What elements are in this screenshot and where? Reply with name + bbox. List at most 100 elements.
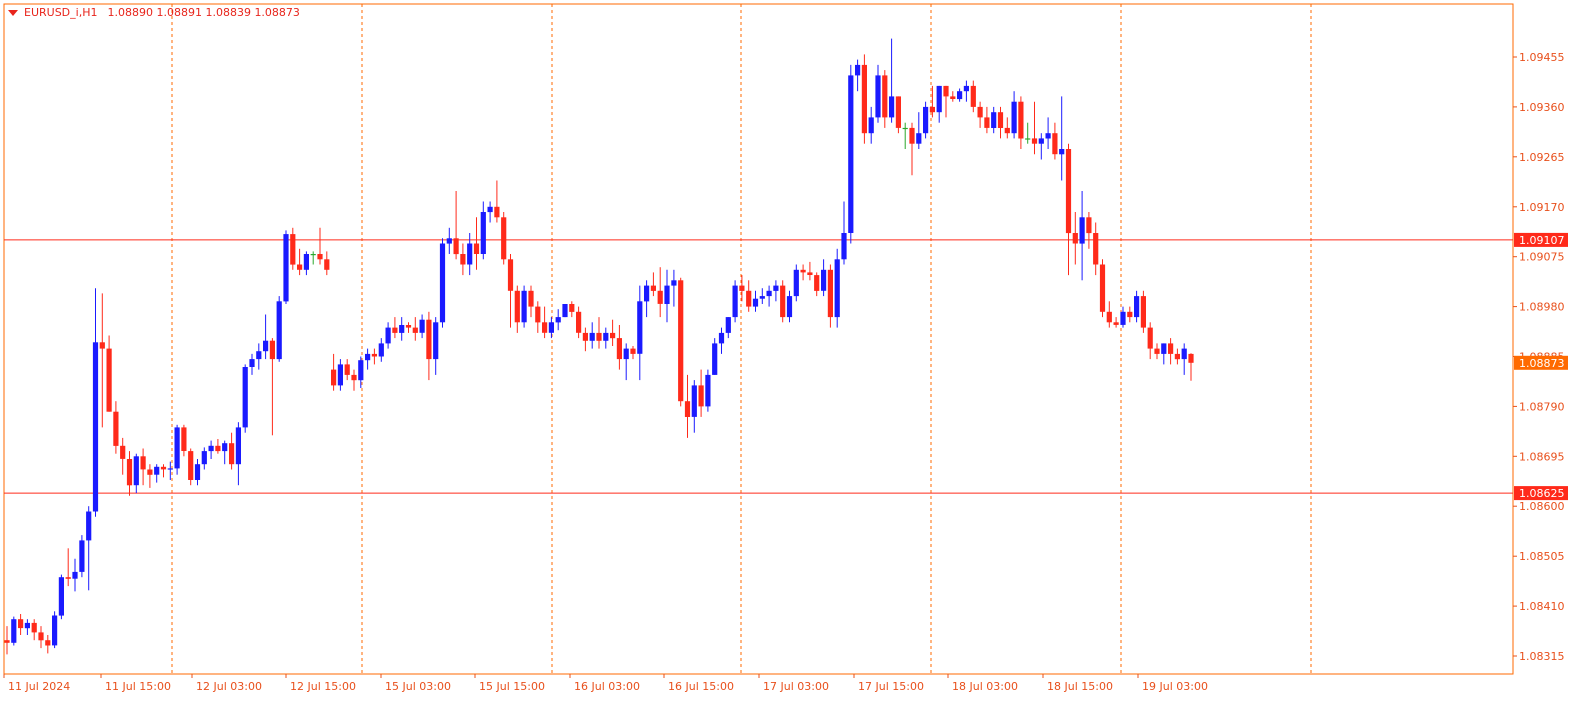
candle[interactable] xyxy=(678,277,684,407)
candle[interactable] xyxy=(52,611,58,649)
candle-body xyxy=(800,269,806,273)
candle-body xyxy=(514,290,520,323)
candle-body xyxy=(1052,133,1058,155)
candle-body xyxy=(834,259,840,318)
candle-body xyxy=(807,272,813,275)
candle-body xyxy=(848,75,854,234)
candle[interactable] xyxy=(439,238,446,328)
candle-body xyxy=(65,577,71,579)
candle-body xyxy=(92,342,99,512)
candle-body xyxy=(412,327,418,333)
y-tick-label: 1.09360 xyxy=(1519,101,1565,114)
y-tick-label: 1.09265 xyxy=(1519,151,1565,164)
candle-body xyxy=(283,234,289,302)
candle[interactable] xyxy=(1099,259,1106,318)
candle-body xyxy=(705,374,711,407)
candle-body xyxy=(113,411,119,446)
price-chart[interactable]: 1.09455 1.09360 1.09265 1.09170 1.09075 1.089… xyxy=(0,0,1586,708)
candle-body xyxy=(562,304,568,318)
candle-body xyxy=(473,243,480,254)
candle-body xyxy=(392,327,398,333)
candle[interactable] xyxy=(834,248,840,328)
candle[interactable] xyxy=(895,96,901,134)
candle-body xyxy=(610,332,616,339)
candle-body xyxy=(528,290,534,307)
candle-body xyxy=(793,269,799,297)
candle[interactable] xyxy=(793,264,799,302)
candle-body xyxy=(18,619,24,629)
candle[interactable] xyxy=(58,574,64,620)
candle-body xyxy=(344,364,350,375)
candle[interactable] xyxy=(780,280,786,323)
candle[interactable] xyxy=(283,230,289,304)
candle[interactable] xyxy=(712,338,718,375)
candle-body xyxy=(507,259,514,291)
candle-body xyxy=(943,85,949,97)
candle[interactable] xyxy=(848,64,854,244)
chart-plot-frame xyxy=(3,3,1514,675)
candle-body xyxy=(1161,343,1167,354)
candle-body xyxy=(569,304,575,312)
candle[interactable] xyxy=(174,424,180,475)
candle-body xyxy=(875,75,881,118)
ohlc-values: 1.08890 1.08891 1.08839 1.08873 xyxy=(107,6,300,19)
candle-body xyxy=(637,301,643,354)
candle-body xyxy=(419,319,425,333)
candle-body xyxy=(1120,311,1126,325)
candle-body xyxy=(657,290,663,304)
candle-body xyxy=(72,571,78,579)
candle-body xyxy=(215,445,221,452)
x-tick-label: 18 Jul 15:00 xyxy=(1047,680,1113,693)
candle-body xyxy=(814,275,820,291)
candle[interactable] xyxy=(1140,290,1146,333)
candle-body xyxy=(399,325,405,333)
candle-body xyxy=(174,427,180,469)
candle[interactable] xyxy=(562,304,568,318)
candle-body xyxy=(1093,233,1099,265)
candle[interactable] xyxy=(11,616,17,646)
candle-body xyxy=(909,127,915,144)
y-tick-label: 1.08315 xyxy=(1519,650,1565,663)
x-tick-label: 17 Jul 15:00 xyxy=(858,680,924,693)
candle-body xyxy=(324,259,330,270)
candle[interactable] xyxy=(188,448,194,486)
candle-body xyxy=(746,290,752,307)
candle-body xyxy=(433,322,439,360)
candle-body xyxy=(371,353,377,357)
candle[interactable] xyxy=(276,296,282,362)
x-tick-label: 15 Jul 15:00 xyxy=(479,680,545,693)
candle-body xyxy=(460,254,466,265)
candle-body xyxy=(467,243,473,265)
candle-body xyxy=(984,117,990,128)
candle-body xyxy=(596,332,602,341)
hline-price-label: 1.09107 xyxy=(1519,234,1565,247)
caret-down-icon[interactable] xyxy=(8,9,18,16)
candle-body xyxy=(1168,343,1174,354)
candle[interactable] xyxy=(521,285,527,328)
candle-body xyxy=(188,451,194,480)
y-tick-label: 1.08600 xyxy=(1519,500,1565,513)
candle[interactable] xyxy=(732,280,738,323)
candle-body xyxy=(555,317,561,323)
candle[interactable] xyxy=(705,369,711,412)
candle-body xyxy=(24,622,30,629)
candle-body xyxy=(45,640,51,646)
y-tick-label: 1.08980 xyxy=(1519,301,1565,314)
candle-body xyxy=(160,466,167,470)
candle-body xyxy=(256,351,262,360)
candle-body xyxy=(1106,311,1112,323)
candle[interactable] xyxy=(923,101,929,139)
candle[interactable] xyxy=(861,54,867,144)
candle[interactable] xyxy=(79,535,85,578)
candle-body xyxy=(351,374,357,381)
chart-header: EURUSD_i,H1 1.08890 1.08891 1.08839 1.08… xyxy=(8,6,300,19)
candle-body xyxy=(147,469,153,475)
candle[interactable] xyxy=(290,227,296,270)
candle-body xyxy=(950,96,956,99)
candle[interactable] xyxy=(242,364,248,433)
candle-body xyxy=(752,298,759,307)
candle[interactable] xyxy=(501,212,507,265)
candle-body xyxy=(1099,264,1106,312)
candle-body xyxy=(494,206,500,218)
candle-body xyxy=(882,75,888,118)
